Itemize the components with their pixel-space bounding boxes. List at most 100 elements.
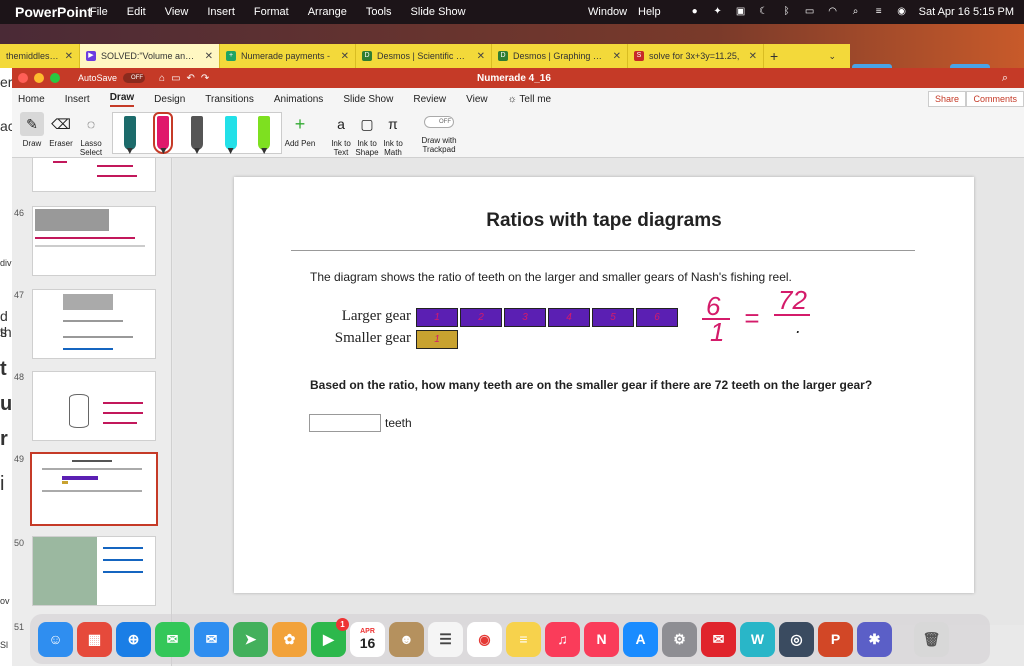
close-icon[interactable]: ✕ [749,51,757,62]
calendar-icon[interactable]: APR 16 [350,621,385,657]
draw-with-trackpad-toggle[interactable]: OFF Draw with Trackpad [414,112,464,154]
autosave-toggle[interactable]: OFF [123,73,146,83]
close-window-button[interactable] [18,73,28,83]
browser-tab-active[interactable]: ▶ SOLVED:"Volume and su ✕ [80,44,220,68]
answer-input[interactable] [309,414,381,432]
menu-tools[interactable]: Tools [366,6,392,18]
mail-icon[interactable]: ✉ [194,621,229,657]
new-tab-button[interactable]: + [764,44,794,68]
siri-icon[interactable]: ◉ [896,6,908,18]
slide-thumbnail[interactable] [32,158,156,192]
highlighter-icon[interactable] [258,116,271,150]
browser-tab[interactable]: D Desmos | Scientific Calc ✕ [356,44,492,68]
news-icon[interactable]: N [584,621,619,657]
notes-icon[interactable]: ≡ [506,621,541,657]
pen-icon[interactable] [123,116,136,150]
comments-button[interactable]: Comments [966,91,1024,107]
menu-arrange[interactable]: Arrange [308,6,347,18]
tab-draw[interactable]: Draw [109,92,135,107]
bluetooth-icon[interactable]: ᛒ [781,6,793,18]
minimize-window-button[interactable] [34,73,44,83]
quicktime-icon[interactable]: ◎ [779,621,814,657]
slide-thumbnail[interactable] [32,371,156,441]
battery-icon[interactable]: ▭ [804,6,816,18]
photos-icon[interactable]: ✿ [272,621,307,657]
tell-me-field[interactable]: ☼ Tell me [508,94,551,105]
menu-insert[interactable]: Insert [207,6,235,18]
pen-icon[interactable] [190,116,203,150]
music-icon[interactable]: ♫ [545,621,580,657]
teams-like-icon[interactable]: ✱ [857,621,892,657]
trackpad-switch[interactable]: OFF [424,116,454,128]
highlighter-icon[interactable] [224,116,237,150]
tab-insert[interactable]: Insert [65,94,90,105]
screen-icon[interactable]: ▣ [735,6,747,18]
finder-icon[interactable]: ☺ [38,621,73,657]
close-icon[interactable]: ✕ [341,51,349,62]
add-pen-button[interactable]: + Add Pen [284,112,316,149]
close-icon[interactable]: ✕ [205,51,213,62]
powerpoint-icon[interactable]: P [818,621,853,657]
control-center-icon[interactable]: ≡ [873,6,885,18]
menu-edit[interactable]: Edit [127,6,146,18]
search-icon[interactable]: ⌕ [850,6,862,18]
word-w-icon[interactable]: W [740,621,775,657]
search-icon[interactable]: ⌕ [1002,72,1008,85]
maps-icon[interactable]: ➤ [233,621,268,657]
menu-app-name[interactable]: PowerPoint [15,0,92,30]
menu-format[interactable]: Format [254,6,289,18]
slide-thumbnail[interactable] [32,536,156,606]
tab-design[interactable]: Design [154,94,185,105]
menu-view[interactable]: View [165,6,189,18]
ink-to-text-button[interactable]: a Ink to Text [327,112,355,157]
menu-slideshow[interactable]: Slide Show [411,6,466,18]
browser-tab[interactable]: themiddleschoo ✕ [0,44,80,68]
trash-icon[interactable]: 🗑 [914,621,949,657]
browser-tab[interactable]: + Numerade payments - ✕ [220,44,356,68]
quick-access-icons[interactable]: ⌂▭↶↷ [159,73,215,84]
close-icon[interactable]: ✕ [613,51,621,62]
document-title[interactable]: Numerade 4_16 [477,73,551,84]
slide-thumbnail[interactable] [32,289,156,359]
tab-transitions[interactable]: Transitions [205,94,254,105]
lasso-select-button[interactable]: ◌ Lasso Select [76,112,106,157]
browser-tab[interactable]: D Desmos | Graphing Calc ✕ [492,44,628,68]
ink-to-math-button[interactable]: π Ink to Math [379,112,407,157]
tab-slideshow[interactable]: Slide Show [343,94,393,105]
extension-icon[interactable]: ✦ [712,6,724,18]
reminders-icon[interactable]: ☰ [428,621,463,657]
eraser-button[interactable]: ⌫ Eraser [46,112,76,149]
menu-help[interactable]: Help [638,6,661,18]
chrome-icon[interactable]: ◉ [467,621,502,657]
safari-icon[interactable]: ⊕ [116,621,151,657]
moon-icon[interactable]: ☾ [758,6,770,18]
tab-view[interactable]: View [466,94,488,105]
zoom-window-button[interactable] [50,73,60,83]
wifi-icon[interactable]: ◠ [827,6,839,18]
ink-to-shape-button[interactable]: ▢ Ink to Shape [353,112,381,158]
menu-file[interactable]: File [90,6,108,18]
clock[interactable]: Sat Apr 16 5:15 PM [919,6,1014,18]
tab-review[interactable]: Review [413,94,446,105]
opera-mail-icon[interactable]: ✉ [701,621,736,657]
slide-thumbnail[interactable] [32,206,156,276]
chevron-down-icon[interactable]: ⌄ [822,44,842,68]
record-icon[interactable]: ● [689,6,701,18]
launchpad-icon[interactable]: ▦ [77,621,112,657]
close-icon[interactable]: ✕ [65,51,73,62]
draw-tool-button[interactable]: ✎ Draw [18,112,46,148]
facetime-icon[interactable]: ▶ 1 [311,617,349,657]
browser-tab[interactable]: S solve for 3x+3y=11.25, ✕ [628,44,764,68]
pen-icon[interactable] [153,112,174,154]
messages-icon[interactable]: ✉ [155,621,190,657]
appstore-icon[interactable]: A [623,621,658,657]
share-button[interactable]: Share [927,91,966,107]
tab-home[interactable]: Home [18,94,45,105]
slide[interactable]: Ratios with tape diagrams The diagram sh… [234,177,974,593]
settings-icon[interactable]: ⚙ [662,621,697,657]
slide-thumbnail-selected[interactable] [30,452,158,526]
close-icon[interactable]: ✕ [477,51,485,62]
contacts-icon[interactable]: ☻ [389,621,424,657]
menu-window[interactable]: Window [588,6,627,18]
tab-animations[interactable]: Animations [274,94,323,105]
